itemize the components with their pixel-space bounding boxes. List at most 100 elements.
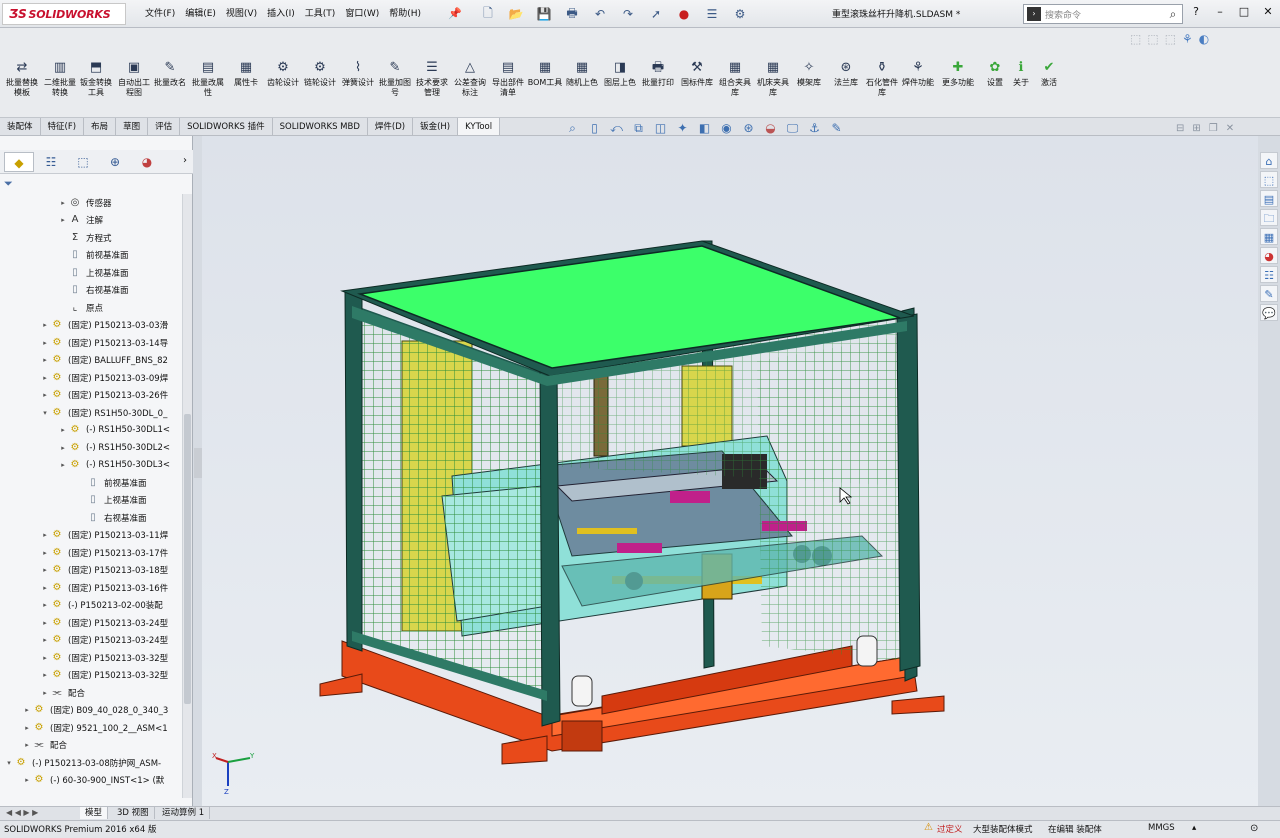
expand-toggle-icon[interactable]: ▸ bbox=[22, 741, 32, 749]
tree-node[interactable]: ▯ 右视基准面 bbox=[58, 282, 128, 299]
tree-node[interactable]: ▸ ⚙ (固定) P150213-03-17件 bbox=[40, 544, 168, 561]
ribbon-button[interactable]: ▤ 导出部件清单 bbox=[490, 60, 526, 98]
view-settings-icon[interactable]: 🖵 bbox=[783, 121, 802, 136]
menu-window[interactable]: 窗口(W) bbox=[340, 6, 384, 22]
help-button[interactable]: ? bbox=[1188, 5, 1204, 18]
appearances-icon[interactable]: ◕ bbox=[1260, 247, 1278, 264]
tab-command[interactable]: 特征(F) bbox=[41, 118, 85, 135]
customize-icon[interactable]: ⊙ bbox=[1250, 823, 1258, 834]
menu-help[interactable]: 帮助(H) bbox=[384, 6, 426, 22]
tree-node[interactable]: ▸ ⚙ (固定) BALLUFF_BNS_82 bbox=[40, 352, 168, 369]
tab-command[interactable]: 钣金(H) bbox=[413, 118, 459, 135]
section-view-icon[interactable]: ⧉ bbox=[629, 121, 648, 136]
ribbon-button[interactable]: ◨ 图层上色 bbox=[602, 60, 638, 88]
tree-node[interactable]: ▯ 前视基准面 bbox=[58, 247, 128, 264]
tree-node[interactable]: ▯ 前视基准面 bbox=[76, 474, 146, 491]
ribbon-button[interactable]: ▦ BOM工具 bbox=[527, 60, 563, 88]
tree-node[interactable]: ▸ ⚙ (固定) P150213-03-03滑 bbox=[40, 317, 168, 334]
ribbon-button[interactable]: ⚘ 焊件功能 bbox=[900, 60, 936, 88]
expand-toggle-icon[interactable]: ▾ bbox=[40, 409, 50, 417]
expand-toggle-icon[interactable]: ▸ bbox=[40, 339, 50, 347]
expand-toggle-icon[interactable]: ▸ bbox=[40, 584, 50, 592]
tab-command[interactable]: 装配体 bbox=[0, 118, 41, 135]
menu-view[interactable]: 视图(V) bbox=[221, 6, 262, 22]
tree-node[interactable]: ▸ ⚙ (-) P150213-02-00装配 bbox=[40, 597, 163, 614]
forum-icon[interactable]: ✎ bbox=[1260, 285, 1278, 302]
ribbon-button[interactable]: ⚒ 国标件库 bbox=[679, 60, 715, 88]
expand-toggle-icon[interactable]: ▸ bbox=[22, 724, 32, 732]
pin-icon[interactable]: 📌 bbox=[447, 6, 463, 22]
tab-command[interactable]: 焊件(D) bbox=[368, 118, 414, 135]
display-style-icon[interactable]: ◧ bbox=[695, 121, 714, 136]
file-properties-icon[interactable]: ☰ bbox=[700, 4, 724, 24]
tab-command[interactable]: SOLIDWORKS MBD bbox=[273, 118, 368, 135]
restore-viewport-icon[interactable]: ⊟ bbox=[1176, 123, 1184, 134]
tool-icon[interactable]: ◐ bbox=[1199, 32, 1209, 46]
ribbon-button[interactable]: ✧ 模架库 bbox=[791, 60, 827, 88]
expand-toggle-icon[interactable]: ▸ bbox=[58, 199, 68, 207]
display-manager-icon[interactable]: ◕ bbox=[132, 152, 162, 172]
expand-toggle-icon[interactable]: ▸ bbox=[40, 671, 50, 679]
tree-node[interactable]: ▸ ⚙ (-) RS1H50-30DL1< bbox=[58, 422, 170, 439]
chat-icon[interactable]: 💬 bbox=[1260, 304, 1278, 321]
ribbon-button[interactable]: ⌇ 弹簧设计 bbox=[340, 60, 376, 88]
expand-toggle-icon[interactable]: ▸ bbox=[40, 636, 50, 644]
dynamic-annotation-icon[interactable]: ◫ bbox=[651, 121, 670, 136]
expand-toggle-icon[interactable]: ▸ bbox=[40, 391, 50, 399]
menu-insert[interactable]: 插入(I) bbox=[262, 6, 300, 22]
scrollbar-thumb[interactable] bbox=[184, 414, 191, 704]
minimize-button[interactable]: – bbox=[1212, 5, 1228, 18]
tree-node[interactable]: ▯ 上视基准面 bbox=[76, 492, 146, 509]
tree-node[interactable]: ▸ ⚙ (固定) P150213-03-26件 bbox=[40, 387, 168, 404]
tree-node[interactable]: ▸ ⚙ (固定) P150213-03-18型 bbox=[40, 562, 168, 579]
tree-node[interactable]: ▯ 上视基准面 bbox=[58, 264, 128, 281]
property-manager-icon[interactable]: ☷ bbox=[36, 152, 66, 172]
close-button[interactable]: ✕ bbox=[1260, 5, 1276, 18]
expand-toggle-icon[interactable]: ▸ bbox=[58, 461, 68, 469]
new-icon[interactable]: 🗋 bbox=[476, 4, 500, 24]
ribbon-button[interactable]: 🖶 批量打印 bbox=[640, 60, 676, 88]
view-orientation-icon[interactable]: ✦ bbox=[673, 121, 692, 136]
search-box[interactable]: › 搜索命令 ⌕ bbox=[1023, 4, 1183, 24]
redo-icon[interactable]: ↷ bbox=[616, 4, 640, 24]
ribbon-button[interactable]: ⬒ 钣金转换工具 bbox=[78, 60, 114, 98]
tab-command[interactable]: SOLIDWORKS 插件 bbox=[180, 118, 273, 135]
expand-toggle-icon[interactable]: ▸ bbox=[58, 216, 68, 224]
graphics-area[interactable] bbox=[202, 136, 1258, 806]
tool-icon[interactable]: ⚘ bbox=[1182, 32, 1193, 46]
ribbon-button[interactable]: ▦ 机床夹具库 bbox=[755, 60, 791, 98]
design-library-icon[interactable]: ▤ bbox=[1260, 190, 1278, 207]
ribbon-button[interactable]: ☰ 技术要求管理 bbox=[414, 60, 450, 98]
tab-command[interactable]: KYTool bbox=[458, 118, 501, 135]
3d-content-icon[interactable]: ⬚ bbox=[1260, 171, 1278, 188]
tree-node[interactable]: ▸ ⚙ (固定) P150213-03-24型 bbox=[40, 614, 168, 631]
solidworks-logo[interactable]: ƷS SOLIDWORKS bbox=[2, 3, 126, 25]
filter-icon[interactable]: ⏷ bbox=[4, 177, 13, 191]
tab-navigation-arrows[interactable]: ◀ ◀ ▶ ▶ bbox=[6, 808, 38, 817]
search-input[interactable]: 搜索命令 bbox=[1045, 8, 1164, 21]
expand-toggle-icon[interactable]: ▸ bbox=[22, 776, 32, 784]
edit-appearance-icon[interactable]: ⊛ bbox=[739, 121, 758, 136]
tree-node[interactable]: ▸ ◎ 传感器 bbox=[58, 194, 111, 211]
ribbon-button[interactable]: ▦ 组合夹具库 bbox=[717, 60, 753, 98]
rebuild-icon[interactable]: ● bbox=[672, 4, 696, 24]
tree-node[interactable]: ▸ ⚙ (-) RS1H50-30DL2< bbox=[58, 439, 170, 456]
tree-node[interactable]: ▸ A 注解 bbox=[58, 212, 103, 229]
ribbon-button[interactable]: ▥ 二维批量转换 bbox=[42, 60, 78, 98]
ribbon-button[interactable]: ✎ 批量改名 bbox=[152, 60, 188, 88]
tree-node[interactable]: ▸ ⚙ (固定) 9521_100_2__ASM<1 bbox=[22, 719, 167, 736]
expand-toggle-icon[interactable]: ▸ bbox=[40, 689, 50, 697]
open-icon[interactable]: 📂 bbox=[504, 4, 528, 24]
assembly-model[interactable] bbox=[202, 136, 1258, 806]
zoom-area-icon[interactable]: ▯ bbox=[585, 121, 604, 136]
ribbon-button[interactable]: ⚙ 链轮设计 bbox=[302, 60, 338, 88]
expand-toggle-icon[interactable]: ▾ bbox=[4, 759, 14, 767]
tab-command[interactable]: 评估 bbox=[148, 118, 181, 135]
tree-node[interactable]: ▸ ⚙ (固定) P150213-03-16件 bbox=[40, 579, 168, 596]
menu-tools[interactable]: 工具(T) bbox=[300, 6, 341, 22]
render-tools-icon[interactable]: ⚓ bbox=[805, 121, 824, 136]
tree-node[interactable]: ▸ ⫘ 配合 bbox=[22, 737, 67, 754]
expand-toggle-icon[interactable]: ▸ bbox=[40, 601, 50, 609]
ribbon-button[interactable]: ▦ 随机上色 bbox=[564, 60, 600, 88]
ribbon-button[interactable]: ▣ 自动出工程图 bbox=[116, 60, 152, 98]
